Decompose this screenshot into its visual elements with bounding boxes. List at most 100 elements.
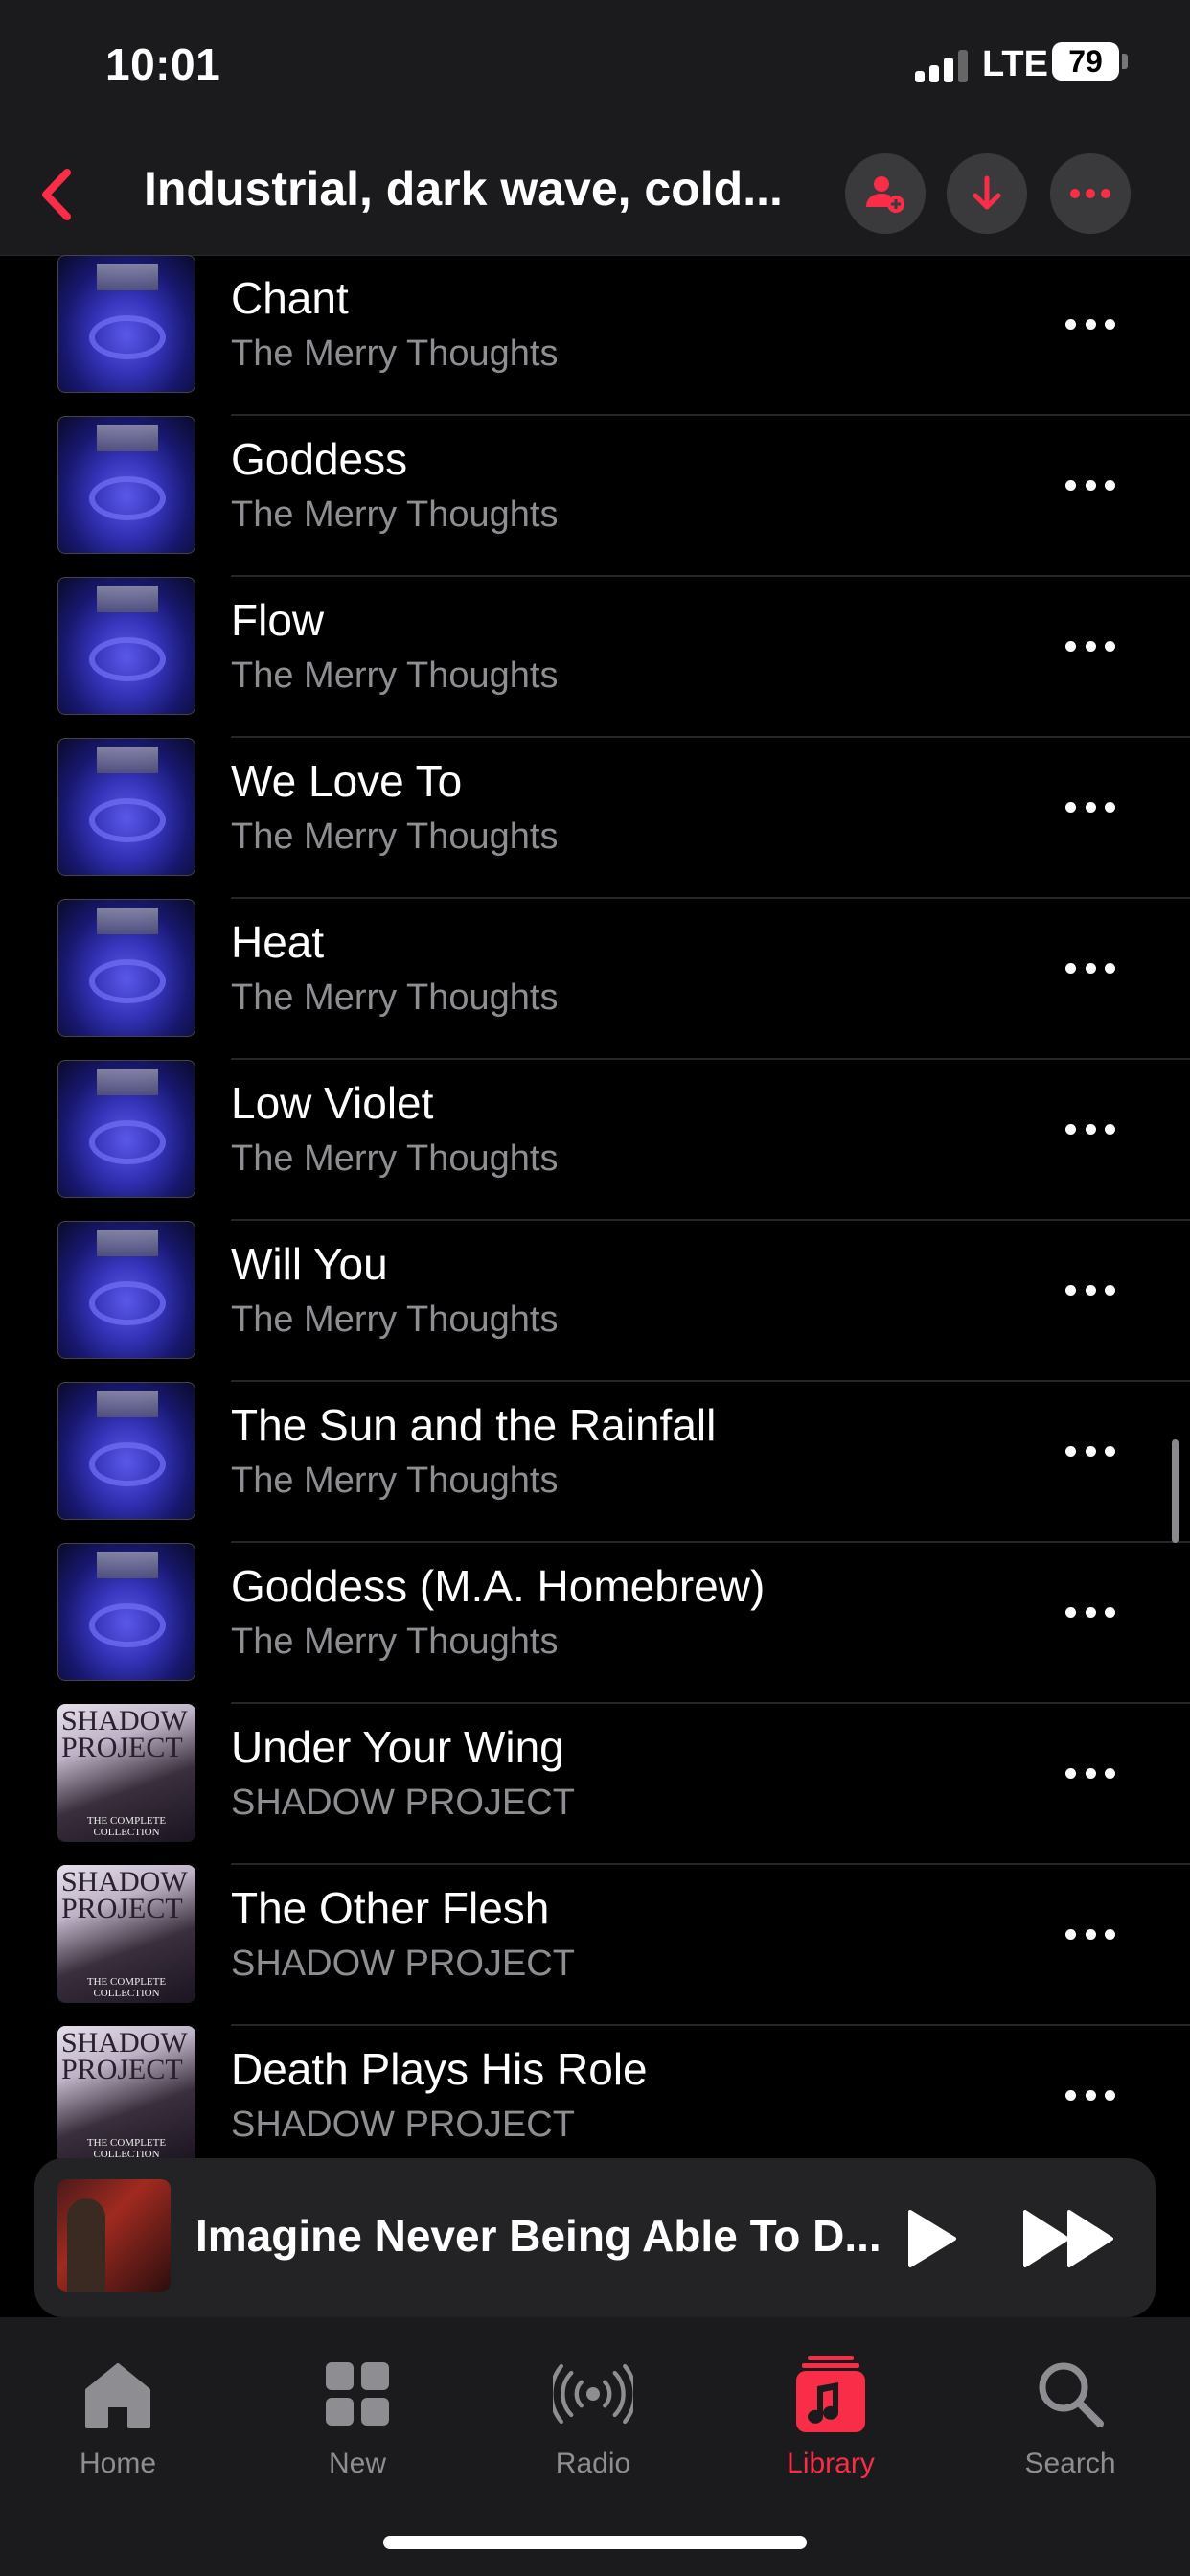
song-title: Goddess (M.A. Homebrew) (231, 1561, 766, 1611)
more-icon[interactable] (1065, 636, 1115, 656)
song-row[interactable]: Low Violet The Merry Thoughts (0, 1060, 1190, 1221)
tab-label: Search (1024, 2448, 1116, 2479)
person-add-icon (866, 176, 904, 213)
ellipsis-icon (1070, 189, 1110, 198)
tab-search[interactable]: Search (974, 2354, 1166, 2480)
clock: 10:01 (105, 39, 221, 89)
play-button[interactable] (893, 2202, 966, 2275)
album-art (57, 899, 195, 1037)
more-icon[interactable] (1065, 958, 1115, 978)
battery-nub (1122, 54, 1128, 69)
battery-icon: 79 (1052, 42, 1119, 80)
tab-library[interactable]: Library (735, 2354, 927, 2480)
tab-label: Home (79, 2448, 157, 2479)
song-row[interactable]: SHADOW PROJECT THE COMPLETE COLLECTION T… (0, 1865, 1190, 2026)
song-row[interactable]: Heat The Merry Thoughts (0, 899, 1190, 1060)
song-artist: The Merry Thoughts (231, 1460, 559, 1501)
album-art: SHADOW PROJECT THE COMPLETE COLLECTION (57, 1704, 195, 1842)
song-artist: SHADOW PROJECT (231, 1782, 575, 1823)
song-row[interactable]: Goddess The Merry Thoughts (0, 416, 1190, 577)
song-artist: The Merry Thoughts (231, 1138, 559, 1179)
more-options-button[interactable] (1050, 153, 1131, 234)
tab-label: Library (787, 2448, 875, 2479)
song-artist: The Merry Thoughts (231, 978, 559, 1018)
song-artist: The Merry Thoughts (231, 816, 559, 857)
more-icon[interactable] (1065, 1602, 1115, 1622)
more-icon[interactable] (1065, 314, 1115, 334)
song-row[interactable]: Flow The Merry Thoughts (0, 577, 1190, 738)
song-title: Heat (231, 917, 325, 967)
arrow-down-icon (973, 175, 1001, 210)
more-icon[interactable] (1065, 1441, 1115, 1460)
status-bar: 10:01 LTE 79 (0, 0, 1190, 134)
song-artist: SHADOW PROJECT (231, 2104, 575, 2145)
album-art-text: SHADOW PROJECT (61, 2027, 188, 2085)
song-title: Chant (231, 273, 349, 323)
song-list: Chant The Merry Thoughts Goddess The Mer… (0, 255, 1190, 2187)
song-title: Under Your Wing (231, 1722, 564, 1772)
network-type: LTE (982, 44, 1048, 84)
radio-icon (553, 2354, 633, 2434)
song-title: The Other Flesh (231, 1883, 550, 1933)
scrollbar[interactable] (1172, 1439, 1179, 1543)
download-button[interactable] (947, 153, 1027, 234)
grid-icon (317, 2354, 398, 2434)
tab-label: New (328, 2448, 386, 2479)
more-icon[interactable] (1065, 1924, 1115, 1944)
tab-radio[interactable]: Radio (497, 2354, 689, 2480)
album-art-text: SHADOW PROJECT (61, 1866, 188, 1924)
tab-new[interactable]: New (262, 2354, 453, 2480)
song-row[interactable]: Goddess (M.A. Homebrew) The Merry Though… (0, 1543, 1190, 1704)
album-art (57, 416, 195, 554)
music-note-icon (790, 2354, 871, 2434)
album-art-footer: THE COMPLETE COLLECTION (86, 1976, 167, 1999)
now-playing-title: Imagine Never Being Able To D... (195, 2211, 881, 2261)
album-art (57, 1221, 195, 1359)
song-artist: The Merry Thoughts (231, 1300, 559, 1340)
now-playing-artwork (57, 2179, 171, 2292)
song-row[interactable]: We Love To The Merry Thoughts (0, 738, 1190, 899)
more-icon[interactable] (1065, 1280, 1115, 1300)
song-row[interactable]: Will You The Merry Thoughts (0, 1221, 1190, 1382)
song-title: We Love To (231, 756, 463, 806)
fast-forward-icon (1023, 2210, 1113, 2267)
song-title: The Sun and the Rainfall (231, 1400, 717, 1450)
back-button[interactable] (33, 159, 86, 230)
song-artist: The Merry Thoughts (231, 334, 559, 374)
album-art (57, 577, 195, 715)
song-title: Low Violet (231, 1078, 434, 1128)
album-art: SHADOW PROJECT THE COMPLETE COLLECTION (57, 1865, 195, 2003)
album-art (57, 255, 195, 393)
song-artist: The Merry Thoughts (231, 1622, 559, 1662)
nav-bar: Industrial, dark wave, cold... (0, 134, 1190, 256)
album-art (57, 738, 195, 876)
play-icon (908, 2210, 956, 2267)
skip-forward-button[interactable] (1021, 2206, 1117, 2271)
album-art: SHADOW PROJECT THE COMPLETE COLLECTION (57, 2026, 195, 2164)
house-icon (78, 2354, 158, 2434)
add-collaborator-button[interactable] (845, 153, 926, 234)
song-row[interactable]: The Sun and the Rainfall The Merry Thoug… (0, 1382, 1190, 1543)
tab-home[interactable]: Home (22, 2354, 214, 2480)
album-art (57, 1382, 195, 1520)
more-icon[interactable] (1065, 475, 1115, 494)
home-indicator[interactable] (383, 2536, 807, 2549)
song-title: Will You (231, 1239, 388, 1289)
album-art-text: SHADOW PROJECT (61, 1705, 188, 1763)
magnifier-icon (1030, 2354, 1110, 2434)
tab-label: Radio (555, 2448, 631, 2479)
album-art (57, 1543, 195, 1681)
more-icon[interactable] (1065, 2085, 1115, 2104)
album-art-footer: THE COMPLETE COLLECTION (86, 1815, 167, 1838)
more-icon[interactable] (1065, 1119, 1115, 1138)
song-row[interactable]: Chant The Merry Thoughts (0, 255, 1190, 416)
song-title: Goddess (231, 434, 408, 484)
more-icon[interactable] (1065, 797, 1115, 816)
song-row[interactable]: SHADOW PROJECT THE COMPLETE COLLECTION U… (0, 1704, 1190, 1865)
song-title: Death Plays His Role (231, 2044, 648, 2094)
page-title: Industrial, dark wave, cold... (144, 162, 783, 216)
mini-player[interactable]: Imagine Never Being Able To D... (34, 2158, 1156, 2317)
song-artist: The Merry Thoughts (231, 494, 559, 535)
cellular-signal-icon (915, 50, 969, 82)
more-icon[interactable] (1065, 1763, 1115, 1782)
